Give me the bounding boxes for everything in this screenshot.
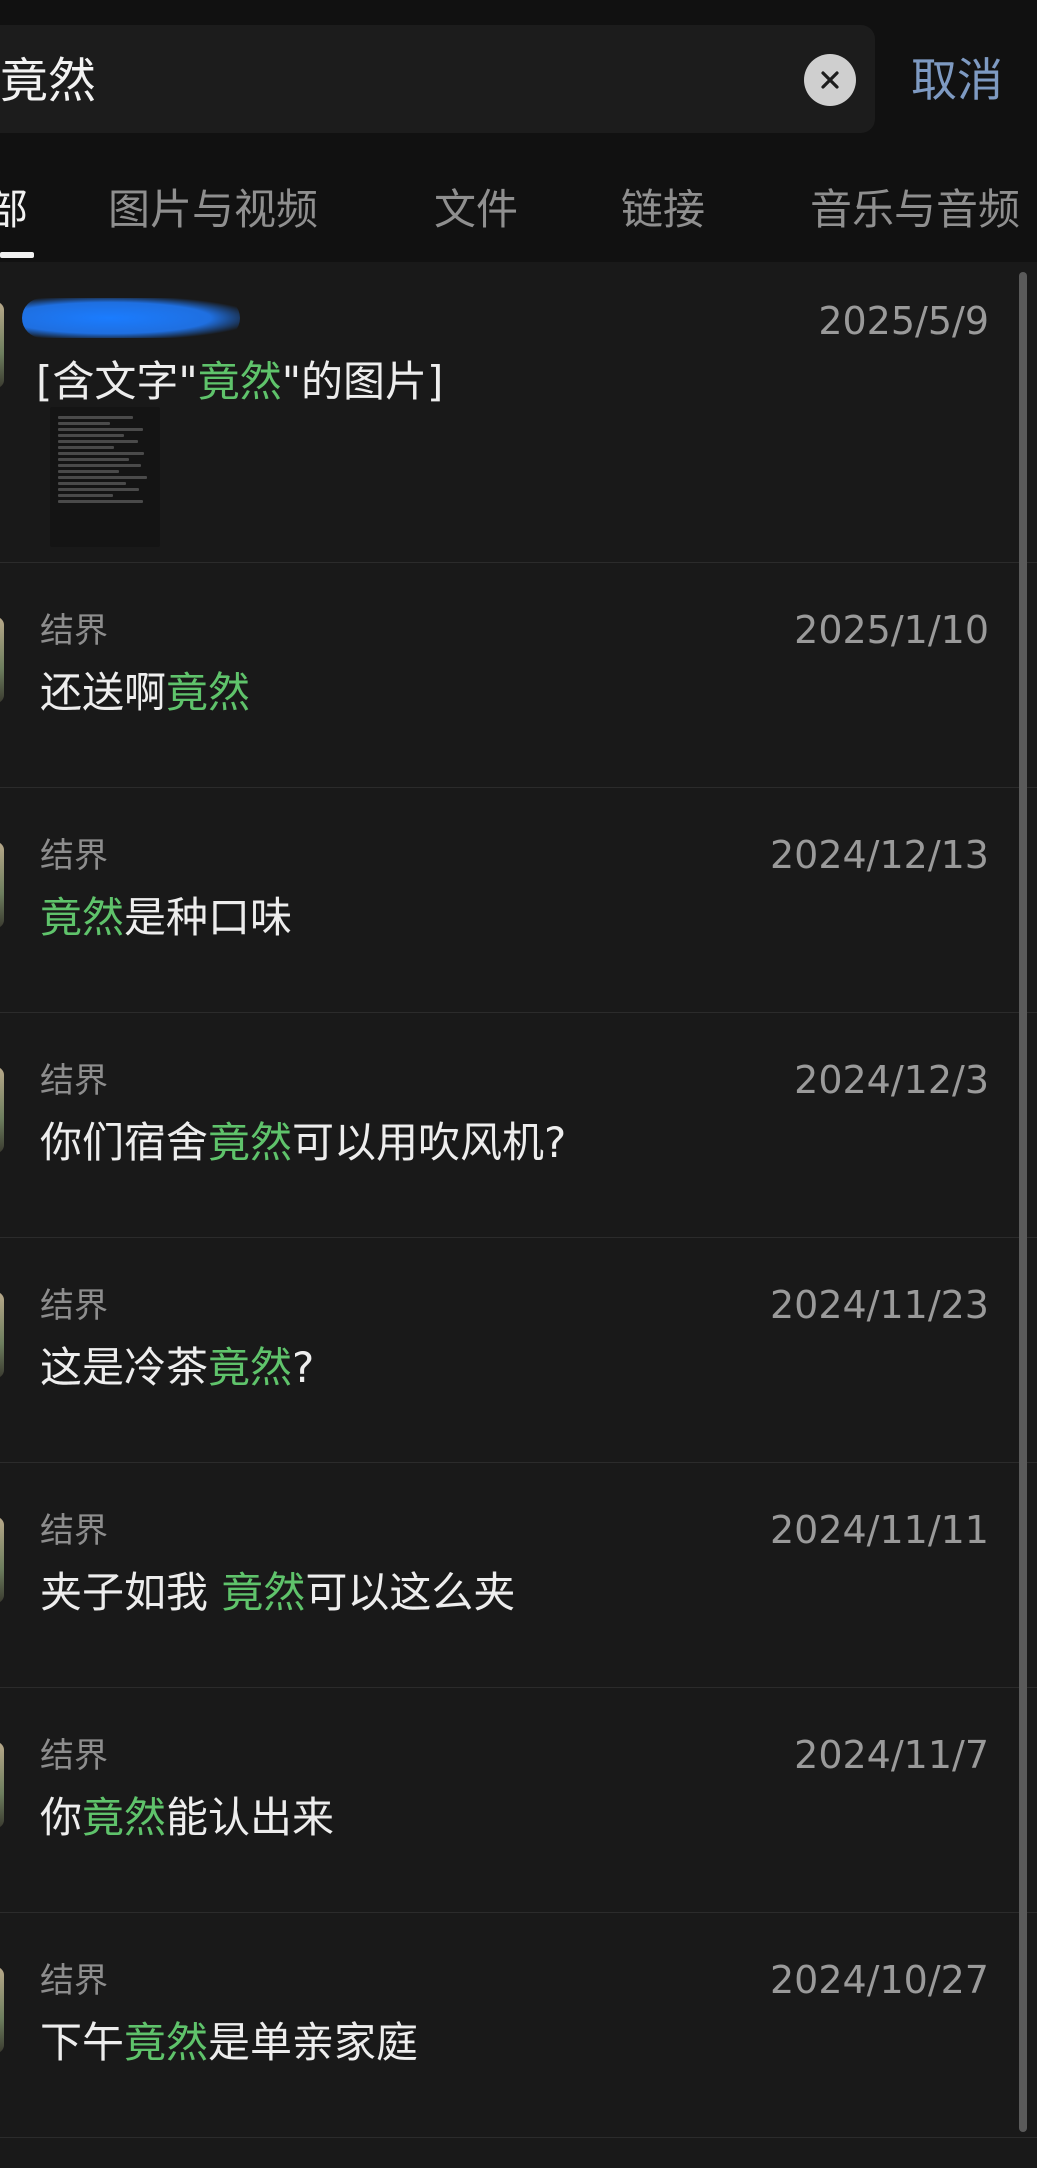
list-item[interactable]: 结界 2024/11/7 你竟然能认出来 xyxy=(0,1687,1037,1912)
search-input[interactable]: 竟然 xyxy=(0,52,96,110)
result-message: 还送啊竟然 xyxy=(40,665,250,721)
result-date: 2024/12/3 xyxy=(794,1058,989,1102)
tab-music-audio[interactable]: 音乐与音频 xyxy=(810,180,1020,240)
filter-tabs: 部 图片与视频 文件 链接 音乐与音频 xyxy=(0,180,1037,262)
result-message: 夹子如我 竟然可以这么夹 xyxy=(40,1565,515,1621)
scrollbar[interactable] xyxy=(1019,272,1027,2132)
message-text: 你 xyxy=(40,1793,83,1842)
message-text: 夹子如我 xyxy=(40,1568,222,1617)
close-icon xyxy=(821,71,839,89)
message-text: 能认出来 xyxy=(166,1793,335,1842)
message-text: [含文字" xyxy=(36,357,198,406)
message-text: 是单亲家庭 xyxy=(208,2018,419,2067)
keyword-highlight: 竟然 xyxy=(197,357,282,406)
result-message: 下午竟然是单亲家庭 xyxy=(40,2015,418,2071)
list-divider xyxy=(0,2137,1037,2168)
result-date: 2025/1/10 xyxy=(794,608,989,652)
keyword-highlight: 竟然 xyxy=(208,1118,293,1167)
list-item[interactable]: 结界 2024/10/27 下午竟然是单亲家庭 xyxy=(0,1912,1037,2137)
message-text: 你们宿舍 xyxy=(40,1118,209,1167)
redacted-sender-name xyxy=(22,298,240,338)
avatar xyxy=(0,1742,4,1828)
avatar xyxy=(0,1292,4,1378)
tab-files[interactable]: 文件 xyxy=(434,180,518,240)
avatar xyxy=(0,302,4,388)
message-text: 还送啊 xyxy=(40,668,167,717)
result-date: 2024/11/11 xyxy=(769,1508,989,1552)
clear-search-button[interactable] xyxy=(804,54,856,106)
list-item[interactable]: 结界 2024/12/13 竟然是种口味 xyxy=(0,787,1037,1012)
tab-images-videos[interactable]: 图片与视频 xyxy=(108,180,318,240)
avatar xyxy=(0,1967,4,2053)
message-text: 可以这么夹 xyxy=(305,1568,516,1617)
avatar xyxy=(0,617,4,703)
list-item[interactable]: 结界 2024/11/11 夹子如我 竟然可以这么夹 xyxy=(0,1462,1037,1687)
result-date: 2024/11/23 xyxy=(769,1283,989,1327)
avatar xyxy=(0,842,4,928)
keyword-highlight: 竟然 xyxy=(221,1568,306,1617)
result-date: 2024/12/13 xyxy=(769,833,989,877)
avatar xyxy=(0,1067,4,1153)
list-item[interactable]: 结界 2025/1/10 还送啊竟然 xyxy=(0,562,1037,787)
result-date: 2024/10/27 xyxy=(769,1958,989,2002)
result-message: [含文字"竟然"的图片] xyxy=(36,354,443,410)
result-message: 你竟然能认出来 xyxy=(40,1790,334,1846)
result-message: 你们宿舍竟然可以用吹风机? xyxy=(40,1115,566,1171)
search-header: 竟然 取消 部 图片与视频 文件 链接 音乐与音频 xyxy=(0,0,1037,262)
keyword-highlight: 竟然 xyxy=(124,2018,209,2067)
active-tab-indicator xyxy=(0,252,34,258)
list-item[interactable]: 结界 2024/11/23 这是冷茶竟然? xyxy=(0,1237,1037,1462)
image-thumbnail[interactable] xyxy=(50,407,160,547)
avatar xyxy=(0,1517,4,1603)
message-text: 这是冷茶 xyxy=(40,1343,209,1392)
keyword-highlight: 竟然 xyxy=(208,1343,293,1392)
sender-name: 结界 xyxy=(40,1286,108,1326)
sender-name: 结界 xyxy=(40,1061,108,1101)
message-text: 下午 xyxy=(40,2018,125,2067)
message-text: ? xyxy=(292,1343,315,1392)
cancel-button[interactable]: 取消 xyxy=(911,52,1003,108)
sender-name: 结界 xyxy=(40,611,108,651)
result-message: 竟然是种口味 xyxy=(40,890,292,946)
result-date: 2024/11/7 xyxy=(794,1733,989,1777)
result-message: 这是冷茶竟然? xyxy=(40,1340,314,1396)
sender-name: 结界 xyxy=(40,836,108,876)
sender-name: 结界 xyxy=(40,1961,108,2001)
keyword-highlight: 竟然 xyxy=(82,1793,167,1842)
message-text: 可以用吹风机? xyxy=(292,1118,567,1167)
sender-name: 结界 xyxy=(40,1736,108,1776)
result-date: 2025/5/9 xyxy=(818,299,989,343)
message-text: 是种口味 xyxy=(124,893,293,942)
keyword-highlight: 竟然 xyxy=(166,668,251,717)
search-box[interactable] xyxy=(0,25,875,133)
tab-all[interactable]: 部 xyxy=(0,180,28,240)
keyword-highlight: 竟然 xyxy=(40,893,125,942)
sender-name: 结界 xyxy=(40,1511,108,1551)
tab-links[interactable]: 链接 xyxy=(621,180,705,240)
list-item[interactable]: 结界 2024/12/3 你们宿舍竟然可以用吹风机? xyxy=(0,1012,1037,1237)
search-results-screen: 竟然 取消 部 图片与视频 文件 链接 音乐与音频 2025/5/9 [含文字"… xyxy=(0,0,1037,2168)
message-text: "的图片] xyxy=(281,357,444,406)
list-item[interactable]: 2025/5/9 [含文字"竟然"的图片] xyxy=(0,262,1037,562)
